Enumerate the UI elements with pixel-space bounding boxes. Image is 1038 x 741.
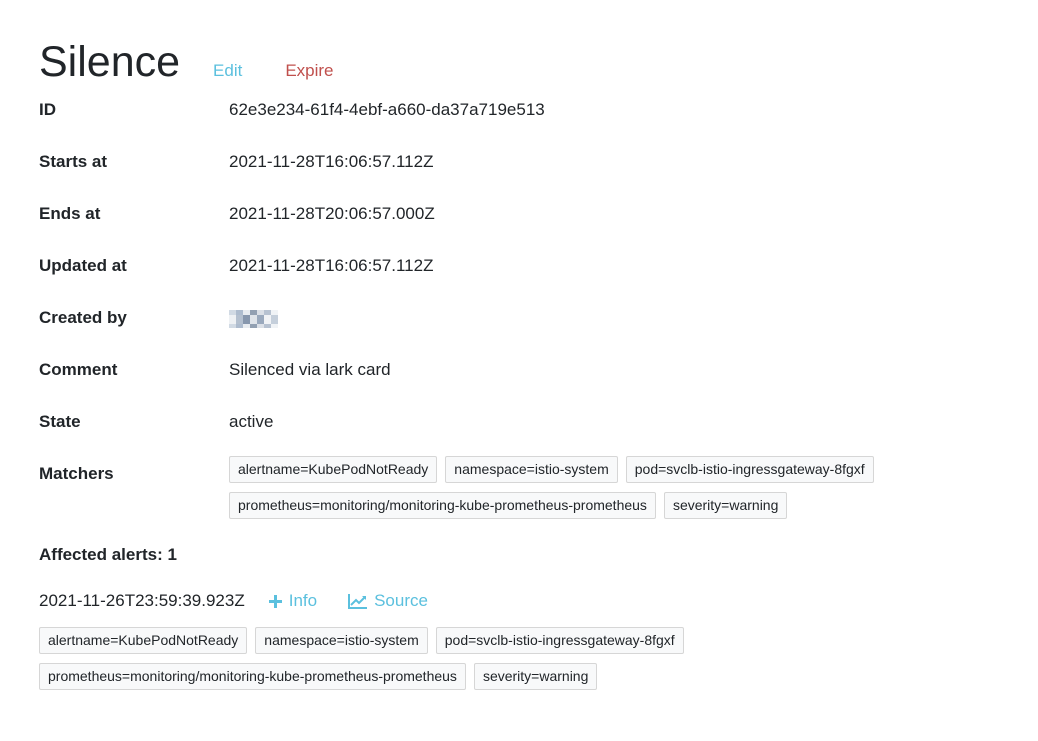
alert-label-tag[interactable]: namespace=istio-system xyxy=(255,627,428,654)
matcher-tag[interactable]: severity=warning xyxy=(663,492,788,519)
plus-icon xyxy=(268,594,282,608)
field-comment: Comment Silenced via lark card xyxy=(39,358,1019,382)
field-value: 62e3e234-61f4-4ebf-a660-da37a719e513 xyxy=(229,100,545,119)
alert-timestamp: 2021-11-26T23:59:39.923Z xyxy=(39,591,245,610)
redacted-avatar xyxy=(229,306,278,328)
alert-label-tag[interactable]: prometheus=monitoring/monitoring-kube-pr… xyxy=(39,663,466,690)
field-starts-at: Starts at 2021-11-28T16:06:57.112Z xyxy=(39,150,1019,174)
title-row: Silence Edit Expire xyxy=(39,36,334,88)
alert-label-tag[interactable]: alertname=KubePodNotReady xyxy=(39,627,248,654)
redacted-name-image xyxy=(229,309,278,328)
matcher-tag[interactable]: prometheus=monitoring/monitoring-kube-pr… xyxy=(229,492,656,519)
field-label: Starts at xyxy=(39,152,108,171)
matcher-tag[interactable]: namespace=istio-system xyxy=(445,456,618,483)
affected-alerts-heading: Affected alerts: 1 xyxy=(39,545,177,564)
field-value: 2021-11-28T20:06:57.000Z xyxy=(229,204,435,223)
field-value: Silenced via lark card xyxy=(229,360,391,379)
matchers-line-1: alertname=KubePodNotReady namespace=istio… xyxy=(229,456,882,483)
field-label: Matchers xyxy=(39,464,114,483)
field-created-by: Created by xyxy=(39,306,1019,330)
page-title: Silence xyxy=(39,38,181,86)
field-value: 2021-11-28T16:06:57.112Z xyxy=(229,152,434,171)
field-label: Updated at xyxy=(39,256,127,275)
field-value: active xyxy=(229,412,274,431)
field-label: Comment xyxy=(39,360,118,379)
field-ends-at: Ends at 2021-11-28T20:06:57.000Z xyxy=(39,202,1019,226)
field-label: Ends at xyxy=(39,204,101,223)
source-link[interactable]: Source xyxy=(348,589,428,613)
alert-label-tag[interactable]: pod=svclb-istio-ingressgateway-8fgxf xyxy=(435,627,684,654)
info-button[interactable]: Info xyxy=(268,589,318,613)
info-label: Info xyxy=(288,591,318,610)
expire-link[interactable]: Expire xyxy=(285,61,333,81)
line-chart-icon xyxy=(348,593,368,609)
alert-label-tag[interactable]: severity=warning xyxy=(473,663,598,690)
alert-labels-line-2: prometheus=monitoring/monitoring-kube-pr… xyxy=(39,663,605,690)
field-label: ID xyxy=(39,100,56,119)
alert-labels-line-1: alertname=KubePodNotReady namespace=istio… xyxy=(39,627,692,654)
field-label: Created by xyxy=(39,308,127,327)
field-state: State active xyxy=(39,410,1019,434)
matcher-tag[interactable]: pod=svclb-istio-ingressgateway-8fgxf xyxy=(625,456,874,483)
edit-link[interactable]: Edit xyxy=(213,61,242,81)
field-label: State xyxy=(39,412,81,431)
field-updated-at: Updated at 2021-11-28T16:06:57.112Z xyxy=(39,254,1019,278)
matcher-tag[interactable]: alertname=KubePodNotReady xyxy=(229,456,438,483)
matchers-line-2: prometheus=monitoring/monitoring-kube-pr… xyxy=(229,492,795,519)
field-id: ID 62e3e234-61f4-4ebf-a660-da37a719e513 xyxy=(39,98,1019,122)
alert-row: 2021-11-26T23:59:39.923Z Info Source xyxy=(39,589,428,613)
field-value: 2021-11-28T16:06:57.112Z xyxy=(229,256,434,275)
field-value xyxy=(229,306,278,330)
source-label: Source xyxy=(374,591,428,610)
